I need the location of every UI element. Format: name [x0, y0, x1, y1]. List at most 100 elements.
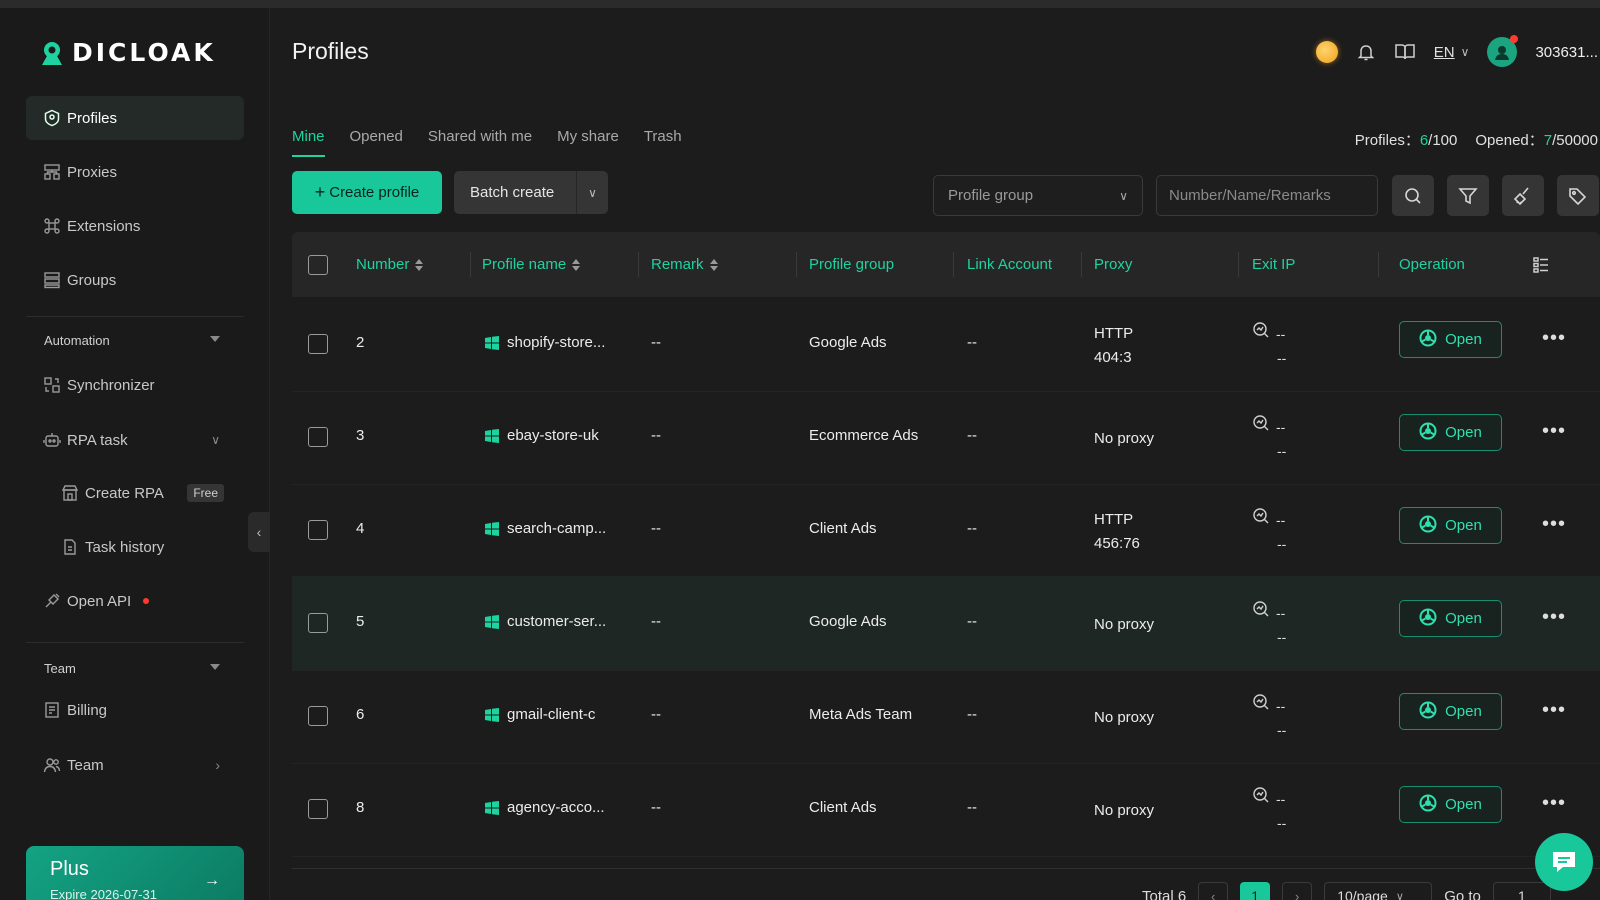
table-row[interactable]: 4 search-camp... -- Client Ads -- HTTP 456:76 -…: [292, 483, 1600, 578]
open-button[interactable]: Open: [1399, 693, 1502, 730]
profile-name[interactable]: agency-acco...: [484, 799, 605, 816]
sidebar-item-extensions[interactable]: Extensions: [26, 204, 244, 248]
profile-name[interactable]: customer-ser...: [484, 613, 606, 630]
filter-button[interactable]: [1447, 175, 1489, 216]
ip-check-icon[interactable]: [1252, 693, 1270, 718]
row-checkbox[interactable]: [308, 334, 328, 354]
book-icon[interactable]: [1394, 42, 1416, 62]
tab-shared-with-me[interactable]: Shared with me: [428, 128, 532, 157]
profile-name[interactable]: search-camp...: [484, 520, 606, 537]
windows-icon: [484, 800, 500, 816]
open-button[interactable]: Open: [1399, 600, 1502, 637]
profile-name[interactable]: ebay-store-uk: [484, 427, 599, 444]
row-checkbox[interactable]: [308, 706, 328, 726]
sidebar-item-task-history[interactable]: Task history: [44, 525, 244, 569]
caret-down-icon[interactable]: [210, 664, 220, 670]
sidebar-item-billing[interactable]: Billing: [26, 688, 244, 732]
arrow-right-icon: →: [204, 872, 220, 889]
language-select[interactable]: EN ∨: [1434, 44, 1470, 61]
profile-group: Meta Ads Team: [809, 706, 913, 723]
column-profile-name[interactable]: Profile name: [482, 232, 581, 297]
select-all-checkbox[interactable]: [308, 232, 328, 297]
tag-button[interactable]: [1557, 175, 1599, 216]
open-button[interactable]: Open: [1399, 507, 1502, 544]
tab-my-share[interactable]: My share: [557, 128, 619, 157]
ip-check-icon[interactable]: [1252, 786, 1270, 811]
goto-input[interactable]: [1492, 882, 1551, 900]
profile-group: Client Ads: [809, 799, 877, 816]
sidebar-item-proxies[interactable]: Proxies: [26, 150, 244, 194]
column-settings-button[interactable]: [1532, 232, 1550, 297]
sidebar-item-team[interactable]: Team ›: [26, 743, 244, 787]
clean-button[interactable]: [1502, 175, 1544, 216]
profile-group-select[interactable]: Profile group ∨: [933, 175, 1143, 216]
column-number[interactable]: Number: [356, 232, 424, 297]
open-button[interactable]: Open: [1399, 321, 1502, 358]
sidebar-item-profiles[interactable]: Profiles: [26, 96, 244, 140]
more-actions-icon[interactable]: •••: [1542, 792, 1566, 815]
column-separator: [470, 252, 471, 277]
row-checkbox[interactable]: [308, 613, 328, 633]
search-input[interactable]: [1156, 175, 1378, 216]
sidebar-item-open-api[interactable]: Open API: [26, 579, 244, 623]
ip-check-icon[interactable]: [1252, 507, 1270, 532]
row-checkbox[interactable]: [308, 427, 328, 447]
user-id[interactable]: 303631...: [1535, 44, 1598, 61]
ip-check-icon[interactable]: [1252, 600, 1270, 625]
more-actions-icon[interactable]: •••: [1542, 327, 1566, 350]
link-account: --: [967, 427, 977, 444]
exit-ip-value: --: [1276, 604, 1286, 621]
proxy-type: No proxy: [1094, 802, 1155, 819]
more-actions-icon[interactable]: •••: [1542, 699, 1566, 722]
chevron-down-icon[interactable]: ∨: [577, 186, 608, 200]
page-size-select[interactable]: 10/page ∨: [1324, 882, 1433, 900]
table-row[interactable]: 3 ebay-store-uk -- Ecommerce Ads -- No proxy -…: [292, 390, 1600, 485]
plan-title: Plus: [50, 858, 89, 880]
open-button[interactable]: Open: [1399, 786, 1502, 823]
tab-trash[interactable]: Trash: [644, 128, 682, 157]
column-remark[interactable]: Remark: [651, 232, 718, 297]
batch-create-button[interactable]: Batch create ∨: [454, 171, 608, 214]
create-rpa-icon: [61, 484, 79, 502]
chat-button[interactable]: [1535, 833, 1593, 891]
sidebar-item-synchronizer[interactable]: Synchronizer: [26, 363, 244, 407]
profile-name[interactable]: gmail-client-c: [484, 706, 595, 723]
caret-down-icon[interactable]: [210, 336, 220, 342]
section-team: Team: [44, 661, 76, 676]
plus-icon: +: [314, 182, 326, 202]
table-row[interactable]: 8 agency-acco... -- Client Ads -- No proxy -- -…: [292, 762, 1600, 857]
bell-icon[interactable]: [1356, 42, 1376, 62]
profile-name[interactable]: shopify-store...: [484, 334, 605, 351]
coin-icon[interactable]: [1315, 41, 1338, 63]
logo[interactable]: DICLOAK: [38, 38, 216, 67]
search-button[interactable]: [1392, 175, 1434, 216]
plan-expire: Expire 2026-07-31: [50, 887, 157, 900]
more-actions-icon[interactable]: •••: [1542, 420, 1566, 443]
proxy-info: HTTP 404:3: [1094, 322, 1133, 370]
sidebar-item-rpa-task[interactable]: RPA task ∨: [26, 418, 244, 462]
more-actions-icon[interactable]: •••: [1542, 513, 1566, 536]
avatar[interactable]: [1487, 35, 1519, 67]
profile-group: Google Ads: [809, 613, 887, 630]
tab-mine[interactable]: Mine: [292, 128, 325, 157]
next-page-button[interactable]: ›: [1282, 882, 1313, 900]
open-button[interactable]: Open: [1399, 414, 1502, 451]
proxy-info: No proxy: [1094, 427, 1154, 451]
prev-page-button[interactable]: ‹: [1198, 882, 1229, 900]
profile-number: 3: [356, 427, 365, 444]
sidebar-item-create-rpa[interactable]: Create RPA Free: [44, 471, 244, 515]
sidebar-collapse-button[interactable]: ‹: [248, 512, 270, 552]
row-checkbox[interactable]: [308, 799, 328, 819]
ip-check-icon[interactable]: [1252, 321, 1270, 346]
table-row[interactable]: 5 customer-ser... -- Google Ads -- No proxy --…: [292, 576, 1600, 671]
table-row[interactable]: 2 shopify-store... -- Google Ads -- HTTP 404:3…: [292, 297, 1600, 392]
plan-card[interactable]: Plus Expire 2026-07-31 →: [26, 846, 244, 900]
create-profile-button[interactable]: + Create profile: [292, 171, 442, 214]
more-actions-icon[interactable]: •••: [1542, 606, 1566, 629]
ip-check-icon[interactable]: [1252, 414, 1270, 439]
current-page-button[interactable]: 1: [1240, 882, 1271, 900]
sidebar-item-groups[interactable]: Groups: [26, 258, 244, 302]
tab-opened[interactable]: Opened: [350, 128, 403, 157]
table-row[interactable]: 6 gmail-client-c -- Meta Ads Team -- No proxy…: [292, 669, 1600, 764]
row-checkbox[interactable]: [308, 520, 328, 540]
